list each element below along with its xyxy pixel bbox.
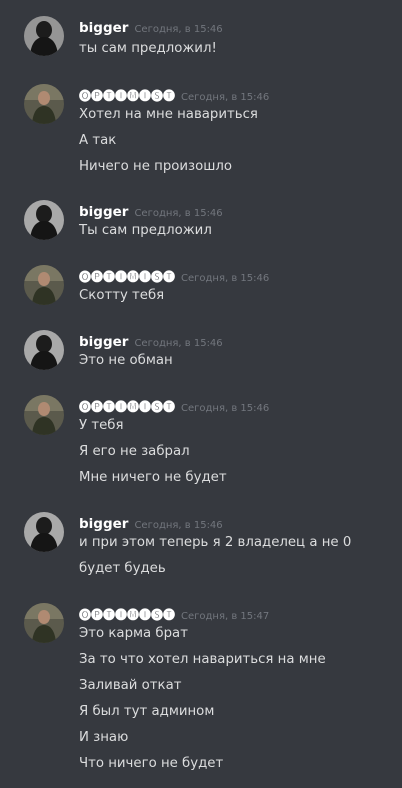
timestamp: Сегодня, в 15:46 [134,338,223,349]
message-header: bigger Сегодня, в 15:46 [79,512,223,534]
message-header: 🅞🅟🅣🅘🅜🅘🅢🅣 Сегодня, в 15:46 [79,265,269,287]
message-header: 🅞🅟🅣🅘🅜🅘🅢🅣 Сегодня, в 15:47 [79,603,269,625]
message-text: Я был тут админом [79,704,215,719]
timestamp: Сегодня, в 15:46 [134,208,223,219]
message-text: Хотел на мне навариться [79,107,258,122]
message-text: Скотту тебя [79,288,165,303]
man-standing-avatar[interactable] [24,603,64,643]
username[interactable]: 🅞🅟🅣🅘🅜🅘🅢🅣 [79,608,175,622]
message-text: будет будеь [79,561,166,576]
message-text: Заливай откат [79,678,182,693]
username[interactable]: bigger [79,204,128,220]
message-header: 🅞🅟🅣🅘🅜🅘🅢🅣 Сегодня, в 15:46 [79,395,269,417]
username[interactable]: bigger [79,20,128,36]
username[interactable]: bigger [79,334,128,350]
timestamp: Сегодня, в 15:46 [181,403,270,414]
message-text: Я его не забрал [79,444,190,459]
message-header: 🅞🅟🅣🅘🅜🅘🅢🅣 Сегодня, в 15:46 [79,84,269,106]
man-standing-avatar[interactable] [24,265,64,305]
username[interactable]: 🅞🅟🅣🅘🅜🅘🅢🅣 [79,400,175,414]
message-text: А так [79,133,117,148]
man-standing-avatar[interactable] [24,395,64,435]
dark-hooded-figure-avatar[interactable] [24,512,64,552]
message-text: и при этом теперь я 2 владелец а не 0 [79,535,352,550]
message-header: bigger Сегодня, в 15:46 [79,330,223,352]
dark-hooded-figure-avatar[interactable] [24,16,64,56]
message-text: Мне ничего не будет [79,470,227,485]
timestamp: Сегодня, в 15:46 [134,520,223,531]
message-header: bigger Сегодня, в 15:46 [79,16,223,38]
message-text: Это карма брат [79,626,188,641]
dark-hooded-figure-avatar[interactable] [24,200,64,240]
message-text: Что ничего не будет [79,756,224,771]
message-text: ты сам предложил! [79,41,217,56]
message-text: За то что хотел навариться на мне [79,652,326,667]
message-header: bigger Сегодня, в 15:46 [79,200,223,222]
message-text: Ты сам предложил [79,223,212,238]
timestamp: Сегодня, в 15:46 [181,273,270,284]
chat-messages: bigger Сегодня, в 15:46 ты сам предложил!… [0,0,402,788]
message-text: Это не обман [79,353,173,368]
username[interactable]: bigger [79,516,128,532]
message-text: У тебя [79,418,124,433]
dark-hooded-figure-avatar[interactable] [24,330,64,370]
message-text: Ничего не произошло [79,159,233,174]
timestamp: Сегодня, в 15:46 [181,92,270,103]
man-standing-avatar[interactable] [24,84,64,124]
timestamp: Сегодня, в 15:46 [134,24,223,35]
message-text: И знаю [79,730,129,745]
timestamp: Сегодня, в 15:47 [181,611,270,622]
username[interactable]: 🅞🅟🅣🅘🅜🅘🅢🅣 [79,270,175,284]
username[interactable]: 🅞🅟🅣🅘🅜🅘🅢🅣 [79,89,175,103]
